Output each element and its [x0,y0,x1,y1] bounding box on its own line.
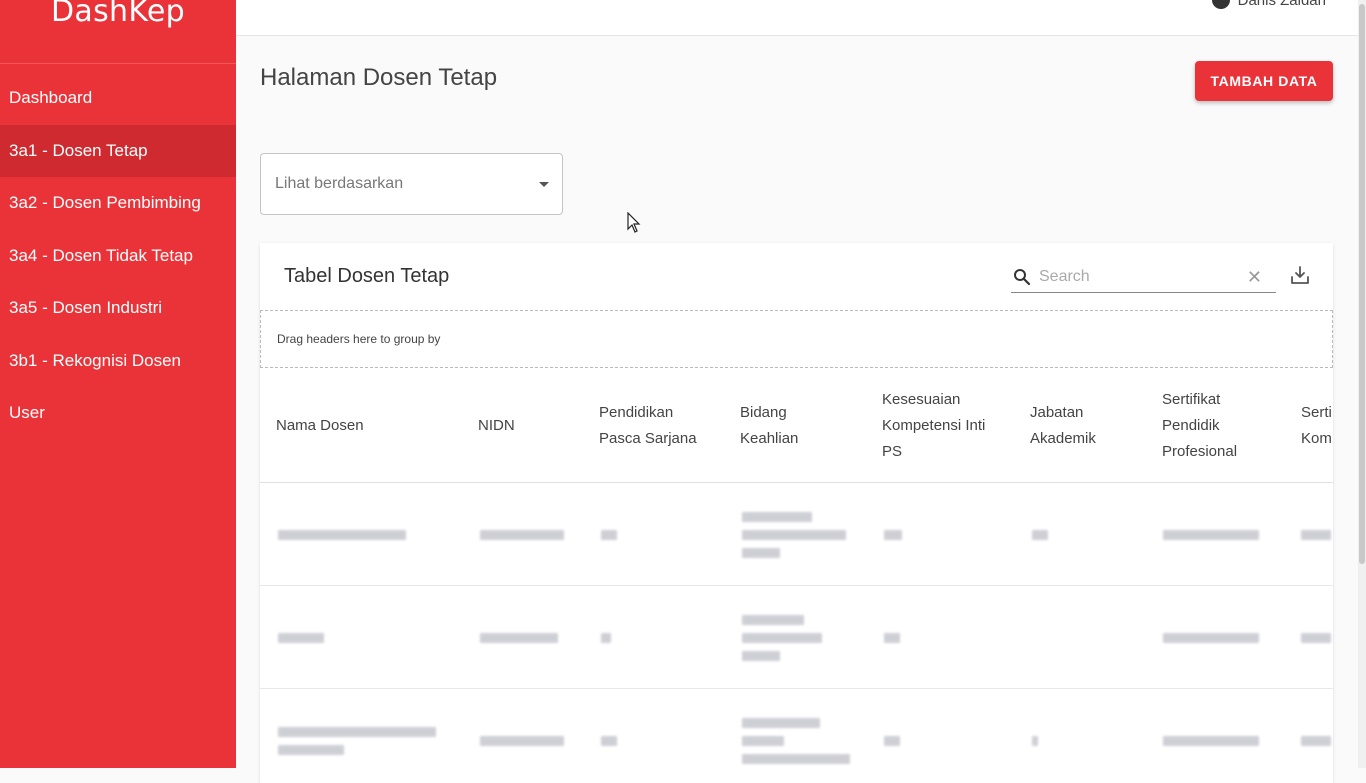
search-input[interactable]: Search [1039,268,1090,286]
table-cell-blurred [601,586,611,689]
table-cell-blurred [278,689,436,783]
table-cell-blurred [1301,586,1331,689]
table-search[interactable]: Search ✕ [1011,261,1276,293]
group-by-dropzone[interactable]: Drag headers here to group by [260,310,1333,368]
table-cell-blurred [601,483,617,586]
column-header-bidang-keahlian[interactable]: Bidang Keahlian [740,368,830,483]
top-bar: Danis Zaidan [236,0,1366,36]
sidebar: DashKep Dashboard 3a1 - Dosen Tetap 3a2 … [0,0,236,768]
sidebar-nav: Dashboard 3a1 - Dosen Tetap 3a2 - Dosen … [0,72,236,440]
column-header-nama-dosen[interactable]: Nama Dosen [276,368,436,483]
table-cell-blurred [1032,483,1048,586]
table-cell-blurred [1163,483,1259,586]
search-icon [1014,269,1031,286]
account-circle-icon [1211,0,1230,9]
user-menu[interactable]: Danis Zaidan [1211,0,1326,9]
page-scrollbar[interactable] [1358,0,1366,768]
table-cell-blurred [1032,689,1038,783]
sidebar-item-user[interactable]: User [0,387,236,440]
table-cell-blurred [884,586,900,689]
brand: DashKep [0,0,236,64]
table-cell-blurred [480,483,564,586]
table-cell-blurred [1163,689,1259,783]
table-row[interactable] [260,586,1333,689]
sidebar-item-dosen-tetap[interactable]: 3a1 - Dosen Tetap [0,124,236,177]
sidebar-item-dosen-tidak-tetap[interactable]: 3a4 - Dosen Tidak Tetap [0,230,236,283]
table-title: Tabel Dosen Tetap [284,265,450,287]
page-title: Halaman Dosen Tetap [260,64,498,91]
sidebar-item-rekognisi-dosen[interactable]: 3b1 - Rekognisi Dosen [0,335,236,388]
filter-select-placeholder: Lihat berdasarkan [275,175,404,192]
table-row[interactable] [260,689,1333,783]
table-cell-blurred [742,689,850,783]
mouse-cursor-icon [627,212,641,233]
column-header-sertifikat-pendidik[interactable]: Sertifikat Pendidik Profesional [1162,368,1262,483]
table-cell-blurred [1301,689,1331,783]
column-header-nidn[interactable]: NIDN [478,368,568,483]
table-cell-blurred [884,483,902,586]
sidebar-item-dosen-industri[interactable]: 3a5 - Dosen Industri [0,282,236,335]
table-cell-blurred [742,586,822,689]
brand-logo-text: DashKep [51,0,185,29]
column-header-jabatan-akademik[interactable]: Jabatan Akademik [1030,368,1130,483]
table-cell-blurred [884,689,900,783]
filter-select[interactable]: Lihat berdasarkan [260,153,563,215]
table-cell-blurred [1301,483,1331,586]
table-cell-blurred [742,483,846,586]
column-header-pendidikan[interactable]: Pendidikan Pasca Sarjana [599,368,699,483]
user-name: Danis Zaidan [1237,0,1326,9]
table-cell-blurred [480,586,558,689]
table-cell-blurred [601,689,617,783]
table-header: Nama Dosen NIDN Pendidikan Pasca Sarjana… [260,368,1333,483]
table-card: Tabel Dosen Tetap Search ✕ Drag headers … [260,243,1333,783]
sidebar-item-dosen-pembimbing[interactable]: 3a2 - Dosen Pembimbing [0,177,236,230]
table-cell-blurred [480,689,564,783]
add-data-button[interactable]: TAMBAH DATA [1195,61,1333,101]
download-icon[interactable] [1290,265,1310,285]
table-row[interactable] [260,483,1333,586]
column-header-sertifikat-kompetensi[interactable]: Serti Kom [1301,368,1333,483]
table-cell-blurred [278,586,324,689]
table-cell-blurred [1163,586,1259,689]
group-by-hint: Drag headers here to group by [277,332,441,346]
column-header-kesesuaian-kompetensi[interactable]: Kesesuaian Kompetensi Inti PS [882,368,992,483]
dropdown-arrow-icon [539,182,549,187]
table-cell-blurred [278,483,406,586]
sidebar-item-dashboard[interactable]: Dashboard [0,72,236,125]
scrollbar-thumb[interactable] [1359,4,1365,564]
clear-icon[interactable]: ✕ [1247,268,1262,286]
